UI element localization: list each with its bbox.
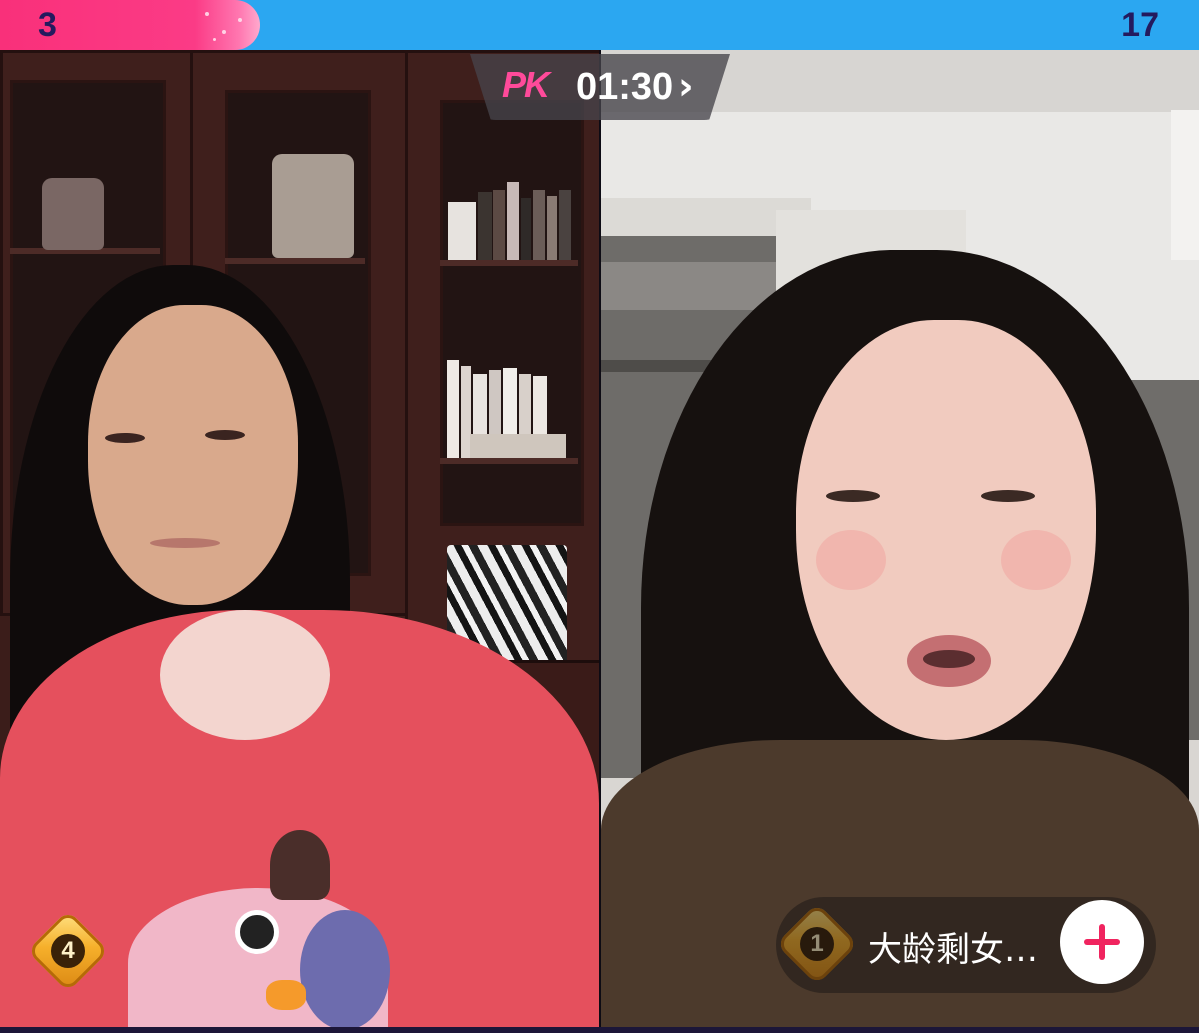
follow-button[interactable] [1060, 900, 1144, 984]
chevron-right-icon[interactable]: › [678, 64, 694, 108]
pk-countdown-timer: 01:30 [576, 66, 674, 108]
pk-score-bar: 3 17 [0, 0, 1199, 50]
bottom-strip [0, 1027, 1199, 1033]
left-team-score: 3 [38, 6, 57, 44]
right-host-video[interactable] [601, 50, 1199, 1028]
opponent-host-name[interactable]: 大龄剩女… [868, 922, 1038, 971]
right-team-score: 17 [1121, 6, 1159, 44]
left-host-video[interactable] [0, 50, 599, 1028]
plus-icon-stem [1099, 924, 1105, 960]
left-host-rank-number: 4 [51, 934, 85, 968]
video-divider [599, 50, 601, 1028]
pk-logo: PK [502, 64, 550, 105]
